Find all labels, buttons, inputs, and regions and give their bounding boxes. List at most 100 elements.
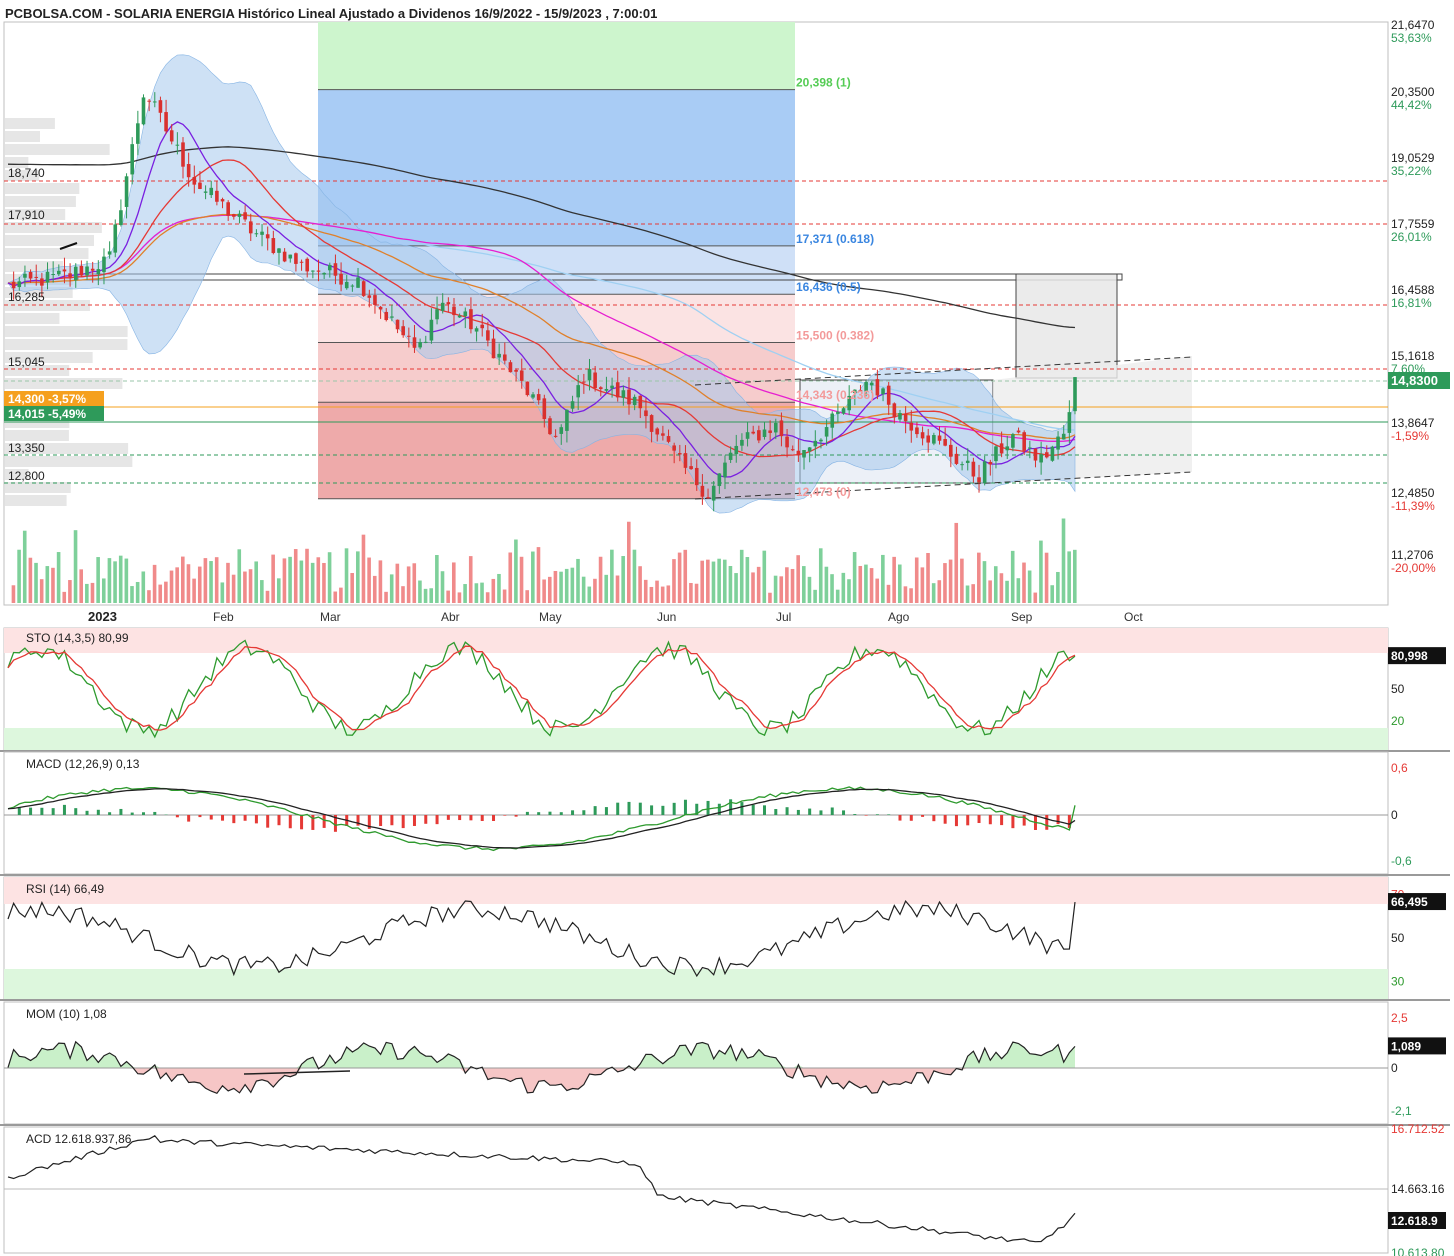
left-level-label: 18,740	[8, 166, 45, 180]
volume-bar	[288, 556, 292, 603]
volume-bar	[463, 584, 467, 603]
macd-histogram-bar	[266, 815, 270, 828]
candle-body	[785, 436, 789, 448]
macd-tick: 0,6	[1391, 761, 1408, 775]
panel-title: MOM (10) 1,08	[26, 1007, 107, 1021]
volume-bar	[841, 572, 846, 603]
macd-histogram-bar	[390, 815, 394, 826]
macd-histogram-bar	[469, 815, 473, 821]
macd-histogram-bar	[221, 815, 225, 821]
volume-bar	[587, 586, 592, 603]
candle-body	[57, 270, 61, 275]
candle-body	[615, 382, 620, 398]
panel-frame	[3, 1126, 1389, 1254]
macd-histogram-bar	[1056, 815, 1060, 825]
volume-bar	[468, 556, 473, 603]
volume-bar	[655, 580, 659, 603]
candle-body	[119, 210, 123, 226]
macd-histogram-bar	[1000, 815, 1004, 826]
volume-bar	[672, 559, 676, 603]
macd-histogram-bar	[480, 815, 484, 821]
volume-bar	[525, 590, 529, 603]
price-panel: 20,398 (1) 17,371 (0.618) 16,436 (0.5) 15,5…	[3, 18, 1450, 624]
volume-bar	[39, 579, 44, 603]
mom-tick: 2,5	[1391, 1011, 1408, 1025]
overbought-zone	[4, 628, 1388, 653]
candle-body	[429, 319, 434, 341]
candle-body	[1033, 448, 1038, 461]
macd-histogram-bar	[706, 800, 710, 815]
stock-chart: PCBOLSA.COM - SOLARIA ENERGIA Histórico …	[0, 6, 1450, 1256]
month-label: Feb	[213, 610, 234, 624]
volume-bar	[858, 565, 863, 603]
volume-bar	[897, 564, 902, 603]
candle-body	[327, 264, 332, 271]
fib-zone-top	[318, 22, 795, 90]
volume-bar	[406, 566, 411, 603]
macd-histogram-bar	[458, 815, 462, 821]
macd-histogram-bar	[379, 815, 383, 827]
candle-body	[491, 338, 496, 359]
candle-body	[519, 370, 524, 381]
volume-bar	[243, 571, 247, 603]
candle-body	[965, 460, 970, 463]
month-label: Jun	[657, 610, 676, 624]
volume-bar	[79, 569, 83, 603]
month-label: Oct	[1124, 610, 1143, 624]
macd-histogram-bar	[966, 815, 970, 826]
axis-price-label: 20,3500	[1391, 85, 1435, 99]
candle-body	[898, 412, 902, 420]
macd-histogram-bar	[51, 808, 55, 815]
candle-body	[1005, 446, 1010, 451]
candle-body	[960, 464, 964, 466]
candle-body	[62, 269, 67, 272]
panel-title: STO (14,3,5) 80,99	[26, 631, 129, 645]
macd-histogram-bar	[672, 802, 676, 815]
candle-body	[339, 273, 343, 285]
volume-bar	[892, 556, 896, 603]
candle-body	[570, 401, 575, 409]
macd-tick: -0,6	[1391, 854, 1412, 868]
candle-body	[723, 462, 727, 478]
candle-body	[209, 187, 214, 196]
volume-profile-bar	[5, 235, 94, 246]
candle-body	[147, 100, 151, 102]
volume-bar	[11, 585, 16, 603]
candle-body	[152, 101, 157, 103]
volume-bar	[440, 571, 445, 603]
volume-bar	[34, 562, 38, 603]
volume-bar	[316, 557, 321, 603]
volume-bar	[130, 586, 134, 603]
volume-bar	[344, 548, 349, 603]
candle-body	[299, 261, 304, 263]
fib-label-5: 12,473 (0)	[796, 485, 851, 499]
candle-body	[582, 381, 586, 383]
volume-bar	[1067, 551, 1071, 603]
macd-histogram-bar	[864, 815, 868, 816]
candle-body	[773, 422, 778, 433]
candle-body	[226, 202, 230, 216]
date-axis: 2023 Feb Mar Abr May Jun Jul Ago Sep Oct	[4, 604, 1388, 624]
macd-histogram-bar	[604, 807, 608, 815]
volume-bar	[542, 579, 546, 603]
macd-histogram-bar	[288, 815, 292, 829]
axis-price-label: 12,4850	[1391, 486, 1435, 500]
macd-histogram-bar	[819, 810, 823, 815]
candle-body	[1044, 452, 1049, 458]
candle-body	[796, 450, 801, 456]
volume-bar	[56, 552, 61, 603]
volume-bar	[118, 555, 123, 603]
volume-profile-bar	[5, 430, 69, 441]
candle-body	[294, 253, 298, 264]
candle-body	[457, 315, 462, 318]
candle-body	[587, 369, 592, 381]
candle-body	[288, 254, 293, 259]
left-badge-text: 14,300 -3,57%	[8, 392, 86, 406]
volume-bar	[660, 586, 665, 603]
overbought-zone	[4, 877, 1388, 904]
volume-bar	[305, 548, 309, 603]
candle-body	[203, 191, 208, 193]
volume-bar	[356, 551, 360, 603]
volume-bar	[581, 576, 586, 603]
volume-bar	[531, 551, 535, 603]
